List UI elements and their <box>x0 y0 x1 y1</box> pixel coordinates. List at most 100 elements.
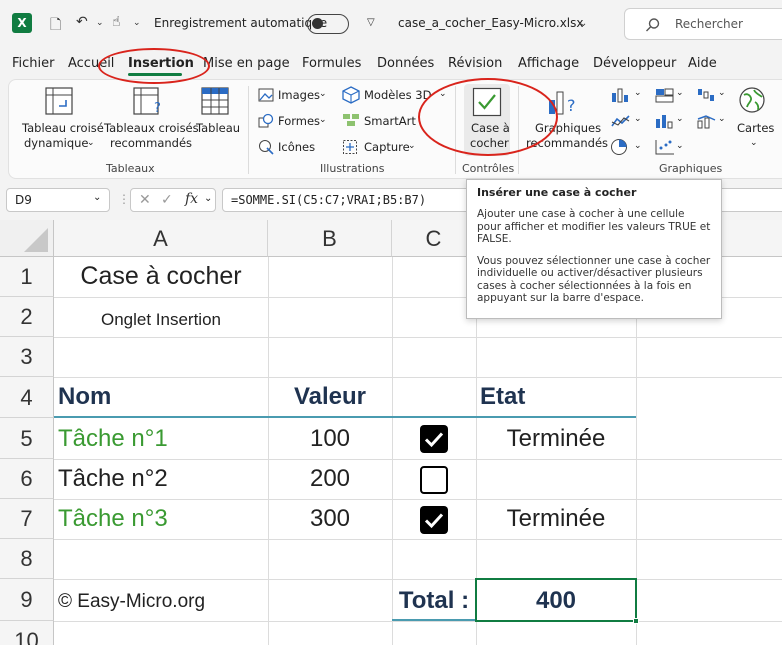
cell-c9-total-label[interactable]: Total : <box>392 587 476 615</box>
table-label[interactable]: Tableau <box>196 121 240 136</box>
tab-aide[interactable]: Aide <box>688 56 717 71</box>
row-header-9[interactable]: 9 <box>0 579 54 621</box>
row-header-1[interactable]: 1 <box>0 257 54 297</box>
combo-chart-icon[interactable] <box>696 113 718 129</box>
touch-mode-icon[interactable]: ☝ <box>112 14 121 30</box>
checkbox-label-2[interactable]: cocher <box>470 136 509 151</box>
shapes-icon[interactable] <box>258 113 274 129</box>
column-chart-icon[interactable] <box>610 87 632 103</box>
column-header-a[interactable]: A <box>54 220 268 257</box>
cell-a6-task[interactable]: Tâche n°2 <box>58 465 168 493</box>
name-box[interactable]: D9 ⌄ <box>6 188 110 212</box>
column-chart-chevron-icon[interactable]: ⌄ <box>634 86 642 101</box>
search-box[interactable]: Rechercher <box>624 8 782 40</box>
waterfall-chart-chevron-icon[interactable]: ⌄ <box>718 86 726 101</box>
3d-models-chevron-icon[interactable]: ⌄ <box>439 87 447 102</box>
cancel-icon[interactable]: ✕ <box>139 192 151 208</box>
line-chart-icon[interactable] <box>610 113 632 129</box>
tab-donnees[interactable]: Données <box>377 56 434 71</box>
smartart-icon[interactable] <box>342 112 360 128</box>
scatter-chart-icon[interactable] <box>654 138 676 156</box>
images-label[interactable]: Images <box>278 88 320 103</box>
tab-formules[interactable]: Formules <box>302 56 361 71</box>
cell-d5-status[interactable]: Terminée <box>476 425 636 453</box>
row-header-6[interactable]: 6 <box>0 459 54 499</box>
column-header-c[interactable]: C <box>392 220 476 257</box>
cell-a4-header-nom[interactable]: Nom <box>58 383 111 411</box>
row-header-4[interactable]: 4 <box>0 377 54 418</box>
name-box-chevron-icon[interactable]: ⌄ <box>93 192 101 203</box>
save-icon[interactable]: 🗋 <box>50 14 61 38</box>
scatter-chart-chevron-icon[interactable]: ⌄ <box>676 139 684 154</box>
icons-icon[interactable] <box>258 139 274 155</box>
pivot-table-chevron-icon[interactable]: ⌄ <box>87 136 95 151</box>
combo-chart-chevron-icon[interactable]: ⌄ <box>718 112 726 127</box>
checkbox-c5-checked[interactable] <box>420 425 448 453</box>
cell-b6-value[interactable]: 200 <box>268 465 392 493</box>
cell-b4-header-valeur[interactable]: Valeur <box>268 383 392 411</box>
cell-b7-value[interactable]: 300 <box>268 505 392 533</box>
hierarchy-chart-icon[interactable] <box>654 87 676 103</box>
fill-handle[interactable] <box>633 618 639 624</box>
cell-a5-task[interactable]: Tâche n°1 <box>58 425 168 453</box>
pie-chart-icon[interactable] <box>610 138 628 156</box>
recommended-pivot-label-1[interactable]: Tableaux croisés <box>104 121 199 136</box>
screenshot-icon[interactable] <box>342 139 358 155</box>
recommended-charts-label-2[interactable]: recommandés <box>526 136 608 151</box>
cell-d7-status[interactable]: Terminée <box>476 505 636 533</box>
smartart-label[interactable]: SmartArt <box>364 114 416 129</box>
tab-affichage[interactable]: Affichage <box>518 56 579 71</box>
checkbox-label-1[interactable]: Case à <box>471 121 510 136</box>
tab-developpeur[interactable]: Développeur <box>593 56 676 71</box>
cell-a7-task[interactable]: Tâche n°3 <box>58 505 168 533</box>
stat-chart-chevron-icon[interactable]: ⌄ <box>676 112 684 127</box>
recommended-pivot-label-2[interactable]: recommandés <box>110 136 192 151</box>
pie-chart-chevron-icon[interactable]: ⌄ <box>634 139 642 154</box>
images-icon[interactable] <box>258 88 274 102</box>
undo-icon[interactable]: ↶ <box>76 14 88 30</box>
waterfall-chart-icon[interactable] <box>696 87 718 103</box>
3d-models-label[interactable]: Modèles 3D <box>364 88 431 103</box>
pivot-table-label-1[interactable]: Tableau croisé <box>22 121 104 136</box>
line-chart-chevron-icon[interactable]: ⌄ <box>634 112 642 127</box>
autosave-toggle[interactable] <box>307 14 349 34</box>
row-header-5[interactable]: 5 <box>0 418 54 459</box>
tab-revision[interactable]: Révision <box>448 56 502 71</box>
screenshot-chevron-icon[interactable]: ⌄ <box>408 139 416 154</box>
maps-chevron-icon[interactable]: ⌄ <box>750 136 758 151</box>
pivot-table-icon[interactable] <box>44 86 74 116</box>
maps-label[interactable]: Cartes <box>737 121 774 136</box>
stat-chart-icon[interactable] <box>654 113 676 129</box>
fx-chevron-icon[interactable]: ⌄ <box>204 193 212 204</box>
cell-a9-copyright[interactable]: © Easy-Micro.org <box>58 591 205 613</box>
checkbox-icon[interactable] <box>472 87 502 117</box>
cell-b5-value[interactable]: 100 <box>268 425 392 453</box>
checkbox-c6-unchecked[interactable] <box>420 466 448 494</box>
3d-models-icon[interactable] <box>342 86 360 104</box>
filename-chevron-icon[interactable]: ⌄ <box>579 18 587 29</box>
cell-d4-header-etat[interactable]: Etat <box>480 383 525 411</box>
row-header-3[interactable]: 3 <box>0 337 54 377</box>
shapes-chevron-icon[interactable]: ⌄ <box>319 113 327 128</box>
tab-fichier[interactable]: Fichier <box>12 56 55 71</box>
row-header-7[interactable]: 7 <box>0 499 54 539</box>
customize-dropdown-icon[interactable]: ▽ <box>367 17 375 28</box>
row-header-10[interactable]: 10 <box>0 621 54 645</box>
pivot-table-label-2[interactable]: dynamique <box>24 136 89 151</box>
undo-dropdown-icon[interactable]: ⌄ <box>96 18 104 28</box>
row-header-2[interactable]: 2 <box>0 297 54 337</box>
recommended-charts-icon[interactable]: ? <box>546 86 580 116</box>
shapes-label[interactable]: Formes <box>278 114 320 129</box>
tab-insertion[interactable]: Insertion <box>128 56 194 71</box>
screenshot-label[interactable]: Capture <box>364 140 410 155</box>
selected-cell-d9[interactable]: 400 <box>475 578 637 622</box>
hierarchy-chart-chevron-icon[interactable]: ⌄ <box>676 86 684 101</box>
table-icon[interactable] <box>200 86 230 116</box>
tab-accueil[interactable]: Accueil <box>68 56 114 71</box>
recommended-charts-label-1[interactable]: Graphiques <box>535 121 601 136</box>
recommended-pivot-icon[interactable]: ? <box>132 86 164 116</box>
cell-a2-subtitle[interactable]: Onglet Insertion <box>54 310 268 330</box>
row-header-8[interactable]: 8 <box>0 539 54 579</box>
confirm-icon[interactable]: ✓ <box>161 192 173 208</box>
maps-icon[interactable] <box>738 86 766 114</box>
